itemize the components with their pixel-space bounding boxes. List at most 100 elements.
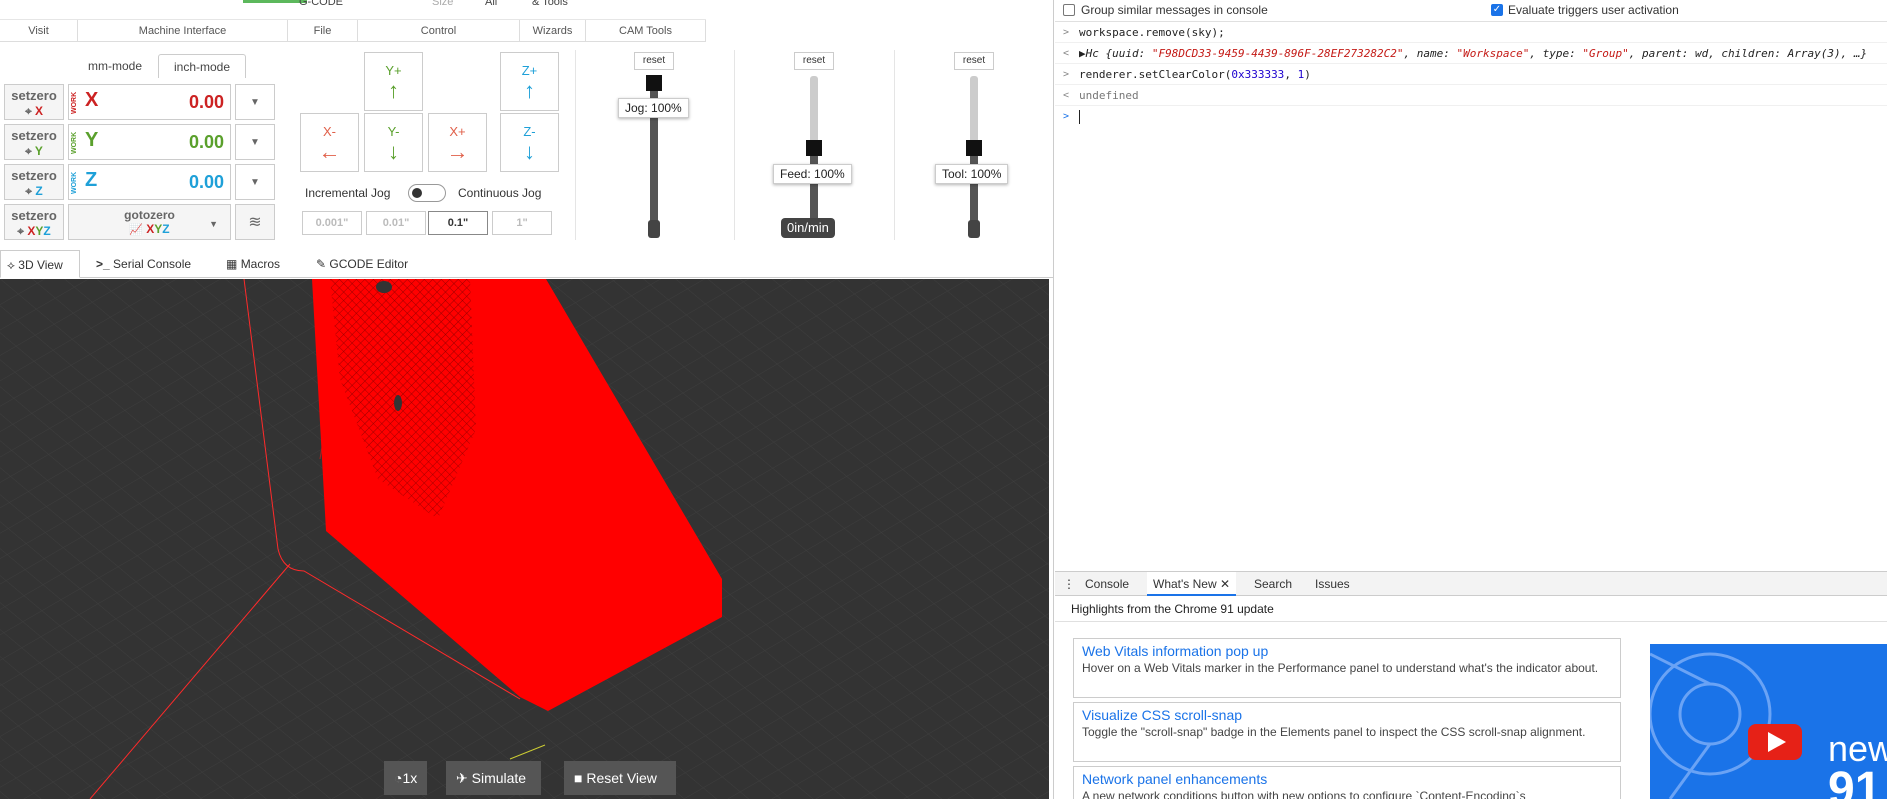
setzero-all-button[interactable]: setzero ⌖ XYZ bbox=[4, 204, 64, 240]
simulate-button[interactable]: ✈ Simulate bbox=[446, 761, 541, 795]
whats-new-card[interactable]: Web Vitals information pop up Hover on a… bbox=[1073, 638, 1621, 698]
tab-mm-mode[interactable]: mm-mode bbox=[76, 54, 154, 78]
jog-override-thumb[interactable] bbox=[646, 75, 662, 91]
setzero-y-button[interactable]: setzero ⌖ Y bbox=[4, 124, 64, 160]
tab-issues[interactable]: Issues bbox=[1309, 572, 1356, 596]
tool-override-slider[interactable] bbox=[970, 146, 978, 226]
jog-override-reset-button[interactable]: reset bbox=[634, 52, 674, 70]
tab-whats-new[interactable]: What's New ✕ bbox=[1147, 572, 1237, 596]
speed-button[interactable]: ◔1x bbox=[384, 761, 428, 795]
command-sep: , bbox=[1284, 68, 1298, 81]
ribbon-group-machine-interface[interactable]: Machine Interface bbox=[78, 20, 288, 42]
gotozero-xyz-label: XYZ bbox=[146, 222, 170, 236]
continuous-jog-label: Continuous Jog bbox=[458, 186, 542, 200]
tab-serial-console-label: Serial Console bbox=[113, 257, 192, 271]
tool-override-reset-button[interactable]: reset bbox=[954, 52, 994, 70]
xyz-z-letter: Z bbox=[43, 224, 51, 238]
close-icon[interactable]: ✕ bbox=[1220, 577, 1230, 591]
console-output-line: < undefined bbox=[1055, 86, 1887, 106]
console-prompt[interactable]: > bbox=[1055, 107, 1887, 127]
chrome-91-video-thumbnail[interactable]: new 91 bbox=[1650, 644, 1887, 799]
jog-z-plus-label: Z+ bbox=[521, 63, 538, 78]
command-prefix: renderer.setClearColor( bbox=[1079, 68, 1232, 81]
layers-button[interactable]: ≋ bbox=[235, 204, 275, 240]
grid-icon: ▦ bbox=[226, 257, 238, 271]
whats-new-card[interactable]: Visualize CSS scroll-snap Toggle the "sc… bbox=[1073, 702, 1621, 762]
axis-value-y: 0.00 bbox=[188, 132, 224, 152]
hole bbox=[394, 395, 402, 411]
prompt-icon: > bbox=[1063, 111, 1070, 122]
tab-inch-mode[interactable]: inch-mode bbox=[158, 54, 246, 78]
dro-row-y: setzero ⌖ Y WORK Y 0.00 ▼ bbox=[4, 124, 275, 160]
dro-row-z: setzero ⌖ Z WORK Z 0.00 ▼ bbox=[4, 164, 275, 200]
dro-y-display: WORK Y 0.00 bbox=[68, 124, 231, 160]
ribbon-tools-label[interactable]: & Tools bbox=[532, 0, 568, 8]
tab-console[interactable]: Console bbox=[1079, 572, 1135, 596]
z-dropdown-button[interactable]: ▼ bbox=[235, 164, 275, 200]
evaluate-triggers-checkbox[interactable]: ✓ bbox=[1491, 4, 1503, 16]
console-command: workspace.remove(sky); bbox=[1079, 26, 1225, 39]
object-name: "Workspace" bbox=[1456, 47, 1530, 60]
jog-mode-toggle[interactable] bbox=[408, 184, 446, 202]
jog-y-plus-button[interactable]: Y+ ↑ bbox=[364, 52, 423, 111]
card-title[interactable]: Network panel enhancements bbox=[1082, 771, 1612, 788]
object-suffix: , parent: wd, children: Array(3), …} bbox=[1628, 47, 1868, 60]
card-title[interactable]: Visualize CSS scroll-snap bbox=[1082, 707, 1612, 724]
jog-y-minus-button[interactable]: Y- ↓ bbox=[364, 113, 423, 172]
setzero-x-button[interactable]: setzero ⌖ X bbox=[4, 84, 64, 120]
reset-view-button[interactable]: ■ Reset View bbox=[564, 761, 676, 795]
jog-x-minus-button[interactable]: X- ← bbox=[300, 113, 359, 172]
gotozero-button[interactable]: gotozero ▼ 📈 XYZ bbox=[68, 204, 231, 240]
tab-serial-console[interactable]: >_ Serial Console bbox=[90, 250, 197, 278]
plane-icon: ✈ bbox=[456, 770, 472, 786]
setzero-z-button[interactable]: setzero ⌖ Z bbox=[4, 164, 64, 200]
console-output-line[interactable]: < ▶Hc {uuid: "F98DCD33-9459-4439-896F-28… bbox=[1055, 44, 1887, 64]
tool-override-tooltip: Tool: 100% bbox=[935, 164, 1009, 184]
crosshair-icon: ⌖ bbox=[17, 224, 28, 238]
3d-viewer[interactable]: ◔1x ✈ Simulate ■ Reset View bbox=[0, 279, 1049, 799]
devtools-panel: Group similar messages in console ✓ Eval… bbox=[1055, 0, 1887, 799]
ribbon-size-label[interactable]: Size bbox=[432, 0, 453, 8]
object-type: "Group" bbox=[1582, 47, 1629, 60]
tab-search[interactable]: Search bbox=[1248, 572, 1298, 596]
tool-override-thumb[interactable] bbox=[966, 140, 982, 156]
feed-override-reset-button[interactable]: reset bbox=[794, 52, 834, 70]
3d-scene bbox=[0, 279, 1049, 799]
drawer-menu-icon[interactable]: ⋮ bbox=[1057, 572, 1081, 596]
step-01-button[interactable]: 0.1" bbox=[428, 211, 488, 235]
layers-icon: ≋ bbox=[248, 214, 262, 231]
dro-row-x: setzero ⌖ X WORK X 0.00 ▼ bbox=[4, 84, 275, 120]
ribbon-group-file[interactable]: File bbox=[288, 20, 358, 42]
ribbon-top: G-CODE Size All & Tools bbox=[0, 0, 706, 20]
ribbon-all-label[interactable]: All bbox=[485, 0, 497, 8]
x-dropdown-button[interactable]: ▼ bbox=[235, 84, 275, 120]
whats-new-card[interactable]: Network panel enhancements A new network… bbox=[1073, 766, 1621, 799]
card-title[interactable]: Web Vitals information pop up bbox=[1082, 643, 1612, 660]
setzero-label: setzero bbox=[11, 168, 57, 183]
tab-3d-view[interactable]: ⟡ 3D View bbox=[0, 250, 80, 278]
ribbon-group-control[interactable]: Control bbox=[358, 20, 520, 42]
tab-macros[interactable]: ▦ Macros bbox=[220, 250, 286, 278]
square-icon: ■ bbox=[574, 770, 587, 786]
arrow-down-icon: ↓ bbox=[524, 139, 535, 164]
tab-gcode-editor[interactable]: ✎ GCODE Editor bbox=[310, 250, 414, 278]
ribbon-gcode-label[interactable]: G-CODE bbox=[299, 0, 343, 8]
ribbon-group-visit[interactable]: Visit bbox=[0, 20, 78, 42]
feed-override-slider[interactable] bbox=[810, 146, 818, 226]
axis-value-z: 0.00 bbox=[188, 172, 224, 192]
ribbon-group-cam-tools[interactable]: CAM Tools bbox=[586, 20, 706, 42]
jog-z-plus-button[interactable]: Z+ ↑ bbox=[500, 52, 559, 111]
console-input-line[interactable]: > renderer.setClearColor(0x333333, 1) bbox=[1055, 65, 1887, 85]
group-similar-checkbox[interactable] bbox=[1063, 4, 1075, 16]
jog-z-minus-button[interactable]: Z- ↓ bbox=[500, 113, 559, 172]
feed-override-thumb[interactable] bbox=[806, 140, 822, 156]
step-001-button[interactable]: 0.01" bbox=[366, 211, 426, 235]
step-1-button[interactable]: 1" bbox=[492, 211, 552, 235]
object-prefix: Hc {uuid: bbox=[1085, 47, 1152, 60]
step-0001-button[interactable]: 0.001" bbox=[302, 211, 362, 235]
drawer-tabs: ⋮ Console What's New ✕ Search Issues bbox=[1055, 571, 1887, 596]
ribbon-group-wizards[interactable]: Wizards bbox=[520, 20, 586, 42]
console-input-line[interactable]: > workspace.remove(sky); bbox=[1055, 23, 1887, 43]
y-dropdown-button[interactable]: ▼ bbox=[235, 124, 275, 160]
jog-x-plus-button[interactable]: X+ → bbox=[428, 113, 487, 172]
